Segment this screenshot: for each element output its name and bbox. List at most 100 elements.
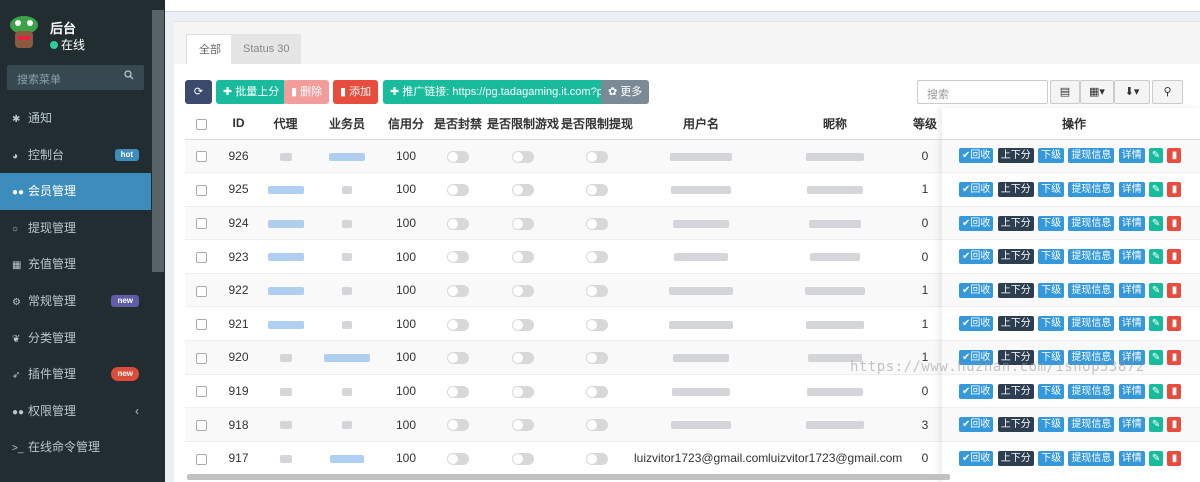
recycle-button[interactable]: ✔回收 bbox=[959, 282, 994, 298]
limit-withdraw-toggle-cell[interactable] bbox=[560, 239, 634, 274]
search-icon[interactable] bbox=[124, 70, 134, 80]
withdraw-info-button[interactable]: 提现信息 bbox=[1068, 148, 1115, 164]
agent-cell[interactable] bbox=[259, 172, 312, 207]
limit-game-toggle-cell[interactable] bbox=[486, 172, 560, 207]
withdraw-info-button[interactable]: 提现信息 bbox=[1068, 282, 1115, 298]
table-row[interactable]: 923 100 0 ✔回收 上下分 下级 提现信息 详情 ✎ ▮ bbox=[185, 239, 1200, 274]
sidebar-item-notice[interactable]: ✱ 通知 bbox=[0, 100, 151, 137]
table-row[interactable]: 925 100 1 ✔回收 上下分 下级 提现信息 详情 ✎ ▮ bbox=[185, 172, 1200, 207]
agent-cell[interactable] bbox=[259, 340, 312, 375]
edit-button[interactable]: ✎ bbox=[1149, 249, 1164, 265]
sidebar-scrollbar[interactable] bbox=[152, 10, 164, 272]
recycle-button[interactable]: ✔回收 bbox=[959, 182, 994, 198]
row-checkbox-cell[interactable] bbox=[185, 407, 218, 442]
limit-withdraw-toggle-cell[interactable] bbox=[560, 138, 634, 173]
edit-button[interactable]: ✎ bbox=[1149, 215, 1164, 231]
limit-withdraw-toggle[interactable] bbox=[586, 352, 608, 365]
banned-toggle-cell[interactable] bbox=[430, 172, 486, 207]
banned-toggle[interactable] bbox=[447, 385, 469, 398]
delete-row-button[interactable]: ▮ bbox=[1167, 316, 1182, 332]
updown-button[interactable]: 上下分 bbox=[997, 182, 1034, 198]
banned-toggle-cell[interactable] bbox=[430, 272, 486, 307]
table-row[interactable]: 917 100 luizvitor1723@gmail.com luizvitor17… bbox=[185, 440, 1200, 475]
sidebar-item-terminal[interactable]: >_ 在线命令管理 bbox=[0, 429, 151, 466]
limit-game-toggle[interactable] bbox=[512, 184, 534, 197]
sub-level-button[interactable]: 下级 bbox=[1038, 215, 1065, 231]
limit-game-toggle[interactable] bbox=[512, 285, 534, 297]
sidebar-item-category[interactable]: ❦ 分类管理 bbox=[0, 320, 151, 357]
banned-toggle-cell[interactable] bbox=[430, 407, 486, 442]
recycle-button[interactable]: ✔回收 bbox=[959, 249, 994, 265]
banned-toggle[interactable] bbox=[447, 352, 469, 365]
limit-game-toggle-cell[interactable] bbox=[486, 205, 560, 240]
sub-level-button[interactable]: 下级 bbox=[1038, 383, 1065, 399]
salesman-cell[interactable] bbox=[312, 306, 382, 341]
table-row[interactable]: 926 100 0 ✔回收 上下分 下级 提现信息 详情 ✎ ▮ bbox=[185, 138, 1200, 173]
withdraw-info-button[interactable]: 提现信息 bbox=[1068, 451, 1115, 467]
updown-button[interactable]: 上下分 bbox=[997, 383, 1034, 399]
edit-button[interactable]: ✎ bbox=[1149, 451, 1164, 467]
delete-row-button[interactable]: ▮ bbox=[1167, 182, 1182, 198]
banned-toggle[interactable] bbox=[447, 419, 469, 432]
limit-withdraw-toggle[interactable] bbox=[586, 419, 608, 432]
limit-withdraw-toggle-cell[interactable] bbox=[560, 172, 634, 207]
row-checkbox-cell[interactable] bbox=[185, 440, 218, 475]
row-checkbox-cell[interactable] bbox=[185, 239, 218, 274]
row-checkbox[interactable] bbox=[196, 386, 207, 398]
limit-game-toggle[interactable] bbox=[512, 385, 534, 398]
row-checkbox-cell[interactable] bbox=[185, 205, 218, 240]
row-checkbox[interactable] bbox=[196, 352, 207, 364]
row-checkbox[interactable] bbox=[196, 285, 207, 297]
limit-withdraw-toggle[interactable] bbox=[586, 184, 608, 197]
delete-row-button[interactable]: ▮ bbox=[1167, 215, 1182, 231]
limit-withdraw-toggle[interactable] bbox=[586, 318, 608, 331]
limit-game-toggle-cell[interactable] bbox=[486, 373, 560, 408]
updown-button[interactable]: 上下分 bbox=[997, 215, 1034, 231]
agent-cell[interactable] bbox=[259, 138, 312, 173]
row-checkbox-cell[interactable] bbox=[185, 272, 218, 307]
detail-button[interactable]: 详情 bbox=[1118, 148, 1145, 164]
table-row[interactable]: 924 100 0 ✔回收 上下分 下级 提现信息 详情 ✎ ▮ bbox=[185, 205, 1200, 240]
limit-game-toggle[interactable] bbox=[512, 352, 534, 365]
limit-game-toggle[interactable] bbox=[512, 318, 534, 331]
col-limit-game[interactable]: 是否限制游戏 bbox=[486, 108, 560, 140]
col-agent[interactable]: 代理 bbox=[259, 108, 312, 140]
sub-level-button[interactable]: 下级 bbox=[1038, 451, 1065, 467]
checkbox[interactable] bbox=[196, 118, 207, 130]
updown-button[interactable]: 上下分 bbox=[997, 316, 1034, 332]
sub-level-button[interactable]: 下级 bbox=[1038, 182, 1065, 198]
limit-withdraw-toggle[interactable] bbox=[586, 217, 608, 230]
agent-cell[interactable] bbox=[259, 205, 312, 240]
banned-toggle[interactable] bbox=[447, 251, 469, 264]
row-checkbox[interactable] bbox=[196, 319, 207, 331]
row-checkbox-cell[interactable] bbox=[185, 138, 218, 173]
col-username[interactable]: 用户名 bbox=[634, 108, 768, 140]
salesman-cell[interactable] bbox=[312, 138, 382, 173]
limit-withdraw-toggle[interactable] bbox=[586, 251, 608, 264]
agent-cell[interactable] bbox=[259, 239, 312, 274]
salesman-cell[interactable] bbox=[312, 239, 382, 274]
select-all-checkbox[interactable] bbox=[185, 108, 218, 140]
edit-button[interactable]: ✎ bbox=[1149, 417, 1164, 433]
limit-withdraw-toggle[interactable] bbox=[586, 150, 608, 163]
edit-button[interactable]: ✎ bbox=[1149, 282, 1164, 298]
banned-toggle-cell[interactable] bbox=[430, 340, 486, 375]
withdraw-info-button[interactable]: 提现信息 bbox=[1068, 182, 1115, 198]
table-row[interactable]: 922 100 1 ✔回收 上下分 下级 提现信息 详情 ✎ ▮ bbox=[185, 272, 1200, 307]
limit-game-toggle-cell[interactable] bbox=[486, 340, 560, 375]
salesman-cell[interactable] bbox=[312, 205, 382, 240]
delete-row-button[interactable]: ▮ bbox=[1167, 451, 1182, 467]
edit-button[interactable]: ✎ bbox=[1149, 148, 1164, 164]
agent-cell[interactable] bbox=[259, 440, 312, 475]
limit-game-toggle[interactable] bbox=[512, 251, 534, 264]
row-checkbox[interactable] bbox=[196, 218, 207, 230]
sidebar-item-members[interactable]: ●● 会员管理 bbox=[0, 173, 151, 210]
updown-button[interactable]: 上下分 bbox=[997, 417, 1034, 433]
recycle-button[interactable]: ✔回收 bbox=[959, 215, 994, 231]
recycle-button[interactable]: ✔回收 bbox=[959, 417, 994, 433]
banned-toggle[interactable] bbox=[447, 184, 469, 197]
limit-game-toggle[interactable] bbox=[512, 150, 534, 163]
salesman-cell[interactable] bbox=[312, 373, 382, 408]
sub-level-button[interactable]: 下级 bbox=[1038, 148, 1065, 164]
delete-row-button[interactable]: ▮ bbox=[1167, 282, 1182, 298]
